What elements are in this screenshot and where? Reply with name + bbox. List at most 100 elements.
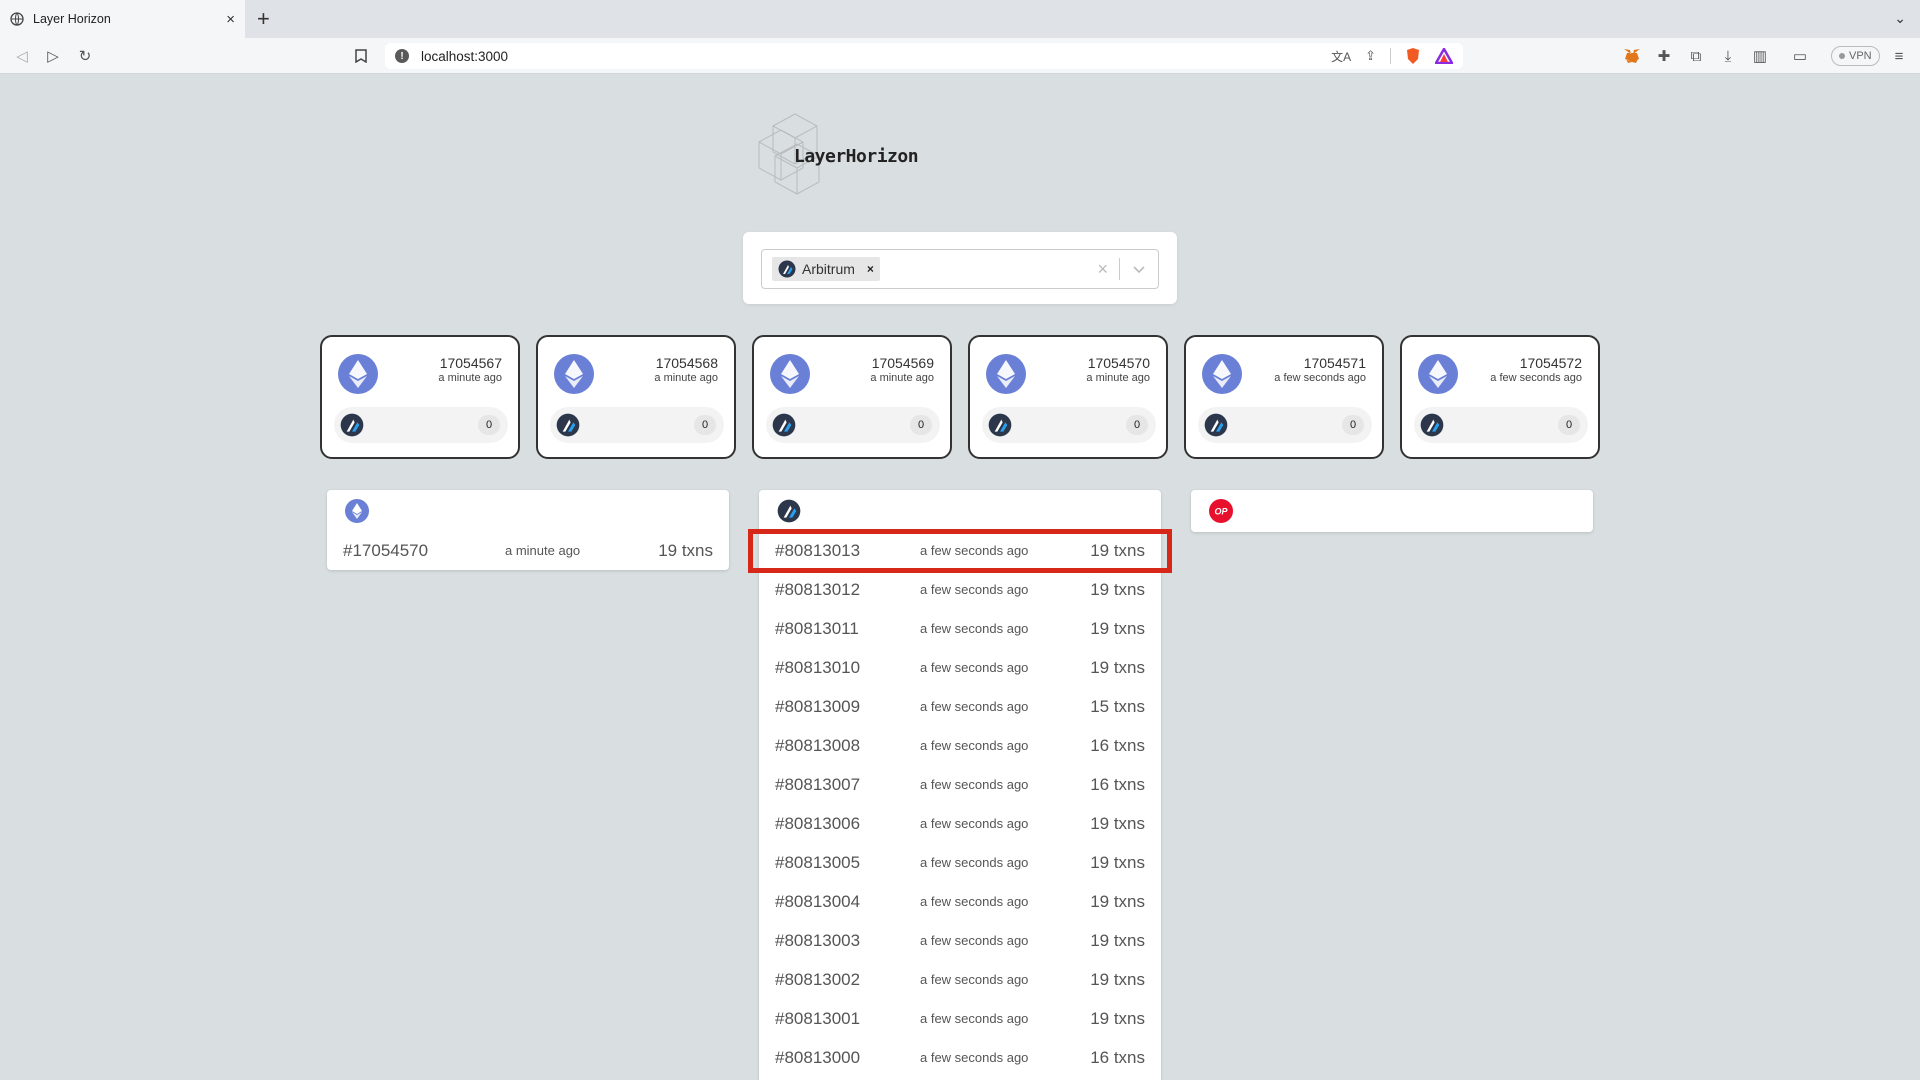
block-age: a few seconds ago — [1274, 372, 1366, 384]
block-number: #80813004 — [775, 892, 861, 911]
url-text: localhost:3000 — [421, 48, 509, 64]
select-divider — [1119, 258, 1120, 280]
vpn-button[interactable]: VPN — [1831, 46, 1880, 66]
browser-tab[interactable]: Layer Horizon × — [0, 0, 245, 38]
download-icon[interactable]: ⤓ — [1719, 47, 1737, 65]
txn-count: 19 txns — [1090, 970, 1145, 989]
wallet-icon[interactable]: ▭ — [1791, 47, 1809, 65]
optimism-icon: OP — [1209, 499, 1233, 528]
block-age: a few seconds ago — [920, 1050, 1029, 1065]
block-card[interactable]: 17054569 a minute ago 0 — [752, 335, 952, 459]
back-icon[interactable]: ◁ — [13, 47, 31, 65]
txn-count: 19 txns — [1090, 931, 1145, 950]
op-badge-text: OP — [1214, 507, 1228, 517]
block-card[interactable]: 17054568 a minute ago 0 — [536, 335, 736, 459]
block-age: a few seconds ago — [920, 738, 1029, 753]
bookmark-icon[interactable] — [352, 47, 370, 65]
new-tab-button[interactable]: + — [257, 8, 270, 30]
block-number: 17054570 — [1087, 355, 1150, 371]
block-number: #80813001 — [775, 1009, 861, 1028]
chain-selector-panel: Arbitrum × × — [743, 232, 1177, 304]
txn-count: 16 txns — [1090, 1048, 1145, 1067]
block-card[interactable]: 17054570 a minute ago 0 — [968, 335, 1168, 459]
block-age: a few seconds ago — [920, 660, 1029, 675]
list-item[interactable]: #80813009 a few seconds ago 15 txns — [759, 687, 1161, 726]
block-card[interactable]: 17054572 a few seconds ago 0 — [1400, 335, 1600, 459]
list-item[interactable]: #80813006 a few seconds ago 19 txns — [759, 804, 1161, 843]
translate-icon[interactable]: 文A — [1331, 48, 1351, 65]
browser-tab-bar: Layer Horizon × + ⌄ — [0, 0, 1920, 38]
list-item[interactable]: #80813005 a few seconds ago 19 txns — [759, 843, 1161, 882]
list-item[interactable]: #80813011 a few seconds ago 19 txns — [759, 609, 1161, 648]
l2-count-row: 0 — [766, 407, 940, 443]
list-item[interactable]: #80813004 a few seconds ago 19 txns — [759, 882, 1161, 921]
optimism-blocks-panel: OP — [1191, 490, 1593, 532]
list-item[interactable]: #80813002 a few seconds ago 19 txns — [759, 960, 1161, 999]
highlight-box — [748, 529, 1172, 573]
close-tab-icon[interactable]: × — [226, 11, 235, 28]
block-age: a few seconds ago — [920, 933, 1029, 948]
globe-icon — [10, 12, 24, 26]
list-item[interactable]: #80813010 a few seconds ago 19 txns — [759, 648, 1161, 687]
vpn-label: VPN — [1849, 50, 1872, 62]
extensions-icon[interactable]: ✚ — [1655, 47, 1673, 65]
site-info-icon[interactable]: ! — [395, 49, 409, 63]
block-number: #80813011 — [775, 619, 859, 638]
logo-text: LayerHorizon — [794, 146, 919, 167]
chevron-down-icon[interactable]: ⌄ — [1894, 10, 1906, 27]
block-age: a minute ago — [505, 543, 581, 558]
metamask-icon[interactable] — [1623, 47, 1641, 65]
address-bar[interactable]: ! localhost:3000 文A ⇪ — [385, 43, 1463, 69]
ethereum-icon — [1202, 354, 1242, 394]
browser-toolbar: ◁ ▷ ↻ ! localhost:3000 文A ⇪ ✚ ⧉ ⤓ ▥ ▭ VP… — [0, 38, 1920, 74]
forward-icon[interactable]: ▷ — [44, 47, 62, 65]
reload-icon[interactable]: ↻ — [76, 47, 94, 65]
share-icon[interactable]: ⇪ — [1365, 48, 1376, 64]
list-item[interactable]: #80813003 a few seconds ago 19 txns — [759, 921, 1161, 960]
block-age: a few seconds ago — [920, 582, 1029, 597]
chevron-down-icon[interactable] — [1131, 261, 1147, 277]
divider — [1390, 48, 1391, 64]
arbitrum-icon — [988, 413, 1012, 437]
arbitrum-icon — [778, 260, 796, 278]
l2-block-count: 0 — [1558, 415, 1580, 435]
txn-count: 19 txns — [658, 541, 713, 560]
block-card[interactable]: 17054571 a few seconds ago 0 — [1184, 335, 1384, 459]
block-number: #80813007 — [775, 775, 861, 794]
block-age: a few seconds ago — [920, 777, 1029, 792]
block-number: 17054567 — [439, 355, 502, 371]
l2-block-count: 0 — [694, 415, 716, 435]
block-age: a few seconds ago — [920, 699, 1029, 714]
block-number: 17054571 — [1303, 355, 1366, 371]
block-number: #80813006 — [775, 814, 861, 833]
l2-count-row: 0 — [1198, 407, 1372, 443]
block-card[interactable]: 17054567 a minute ago 0 — [320, 335, 520, 459]
sync-icon[interactable]: ⧉ — [1687, 47, 1705, 65]
list-item[interactable]: #17054570 a minute ago 19 txns — [327, 531, 729, 570]
remove-chip-icon[interactable]: × — [867, 262, 874, 276]
l2-count-row: 0 — [550, 407, 724, 443]
chain-select[interactable]: Arbitrum × × — [761, 249, 1159, 289]
list-item[interactable]: #80813012 a few seconds ago 19 txns — [759, 570, 1161, 609]
ethereum-blocks-panel: #17054570 a minute ago 19 txns — [327, 490, 729, 570]
list-item[interactable]: #80813008 a few seconds ago 16 txns — [759, 726, 1161, 765]
arbitrum-blocks-panel: #80813013 a few seconds ago 19 txns #80813… — [759, 490, 1161, 1080]
list-item[interactable]: #80813000 a few seconds ago 16 txns — [759, 1038, 1161, 1077]
brave-rewards-icon[interactable] — [1435, 48, 1453, 64]
txn-count: 19 txns — [1090, 619, 1145, 638]
clear-selection-icon[interactable]: × — [1097, 259, 1108, 280]
block-number: #80813008 — [775, 736, 861, 755]
block-number: 17054572 — [1519, 355, 1582, 371]
vpn-status-dot — [1839, 53, 1845, 59]
block-age: a few seconds ago — [920, 855, 1029, 870]
l2-count-row: 0 — [334, 407, 508, 443]
sidebar-icon[interactable]: ▥ — [1751, 47, 1769, 65]
brave-shield-icon[interactable] — [1405, 47, 1421, 65]
menu-icon[interactable]: ≡ — [1890, 47, 1908, 65]
list-item[interactable]: #80813007 a few seconds ago 16 txns — [759, 765, 1161, 804]
list-item[interactable]: #80813001 a few seconds ago 19 txns — [759, 999, 1161, 1038]
block-age: a few seconds ago — [1490, 372, 1582, 384]
block-age: a minute ago — [438, 372, 502, 384]
arbitrum-icon — [777, 499, 801, 528]
chain-chip-arbitrum: Arbitrum × — [772, 257, 880, 281]
